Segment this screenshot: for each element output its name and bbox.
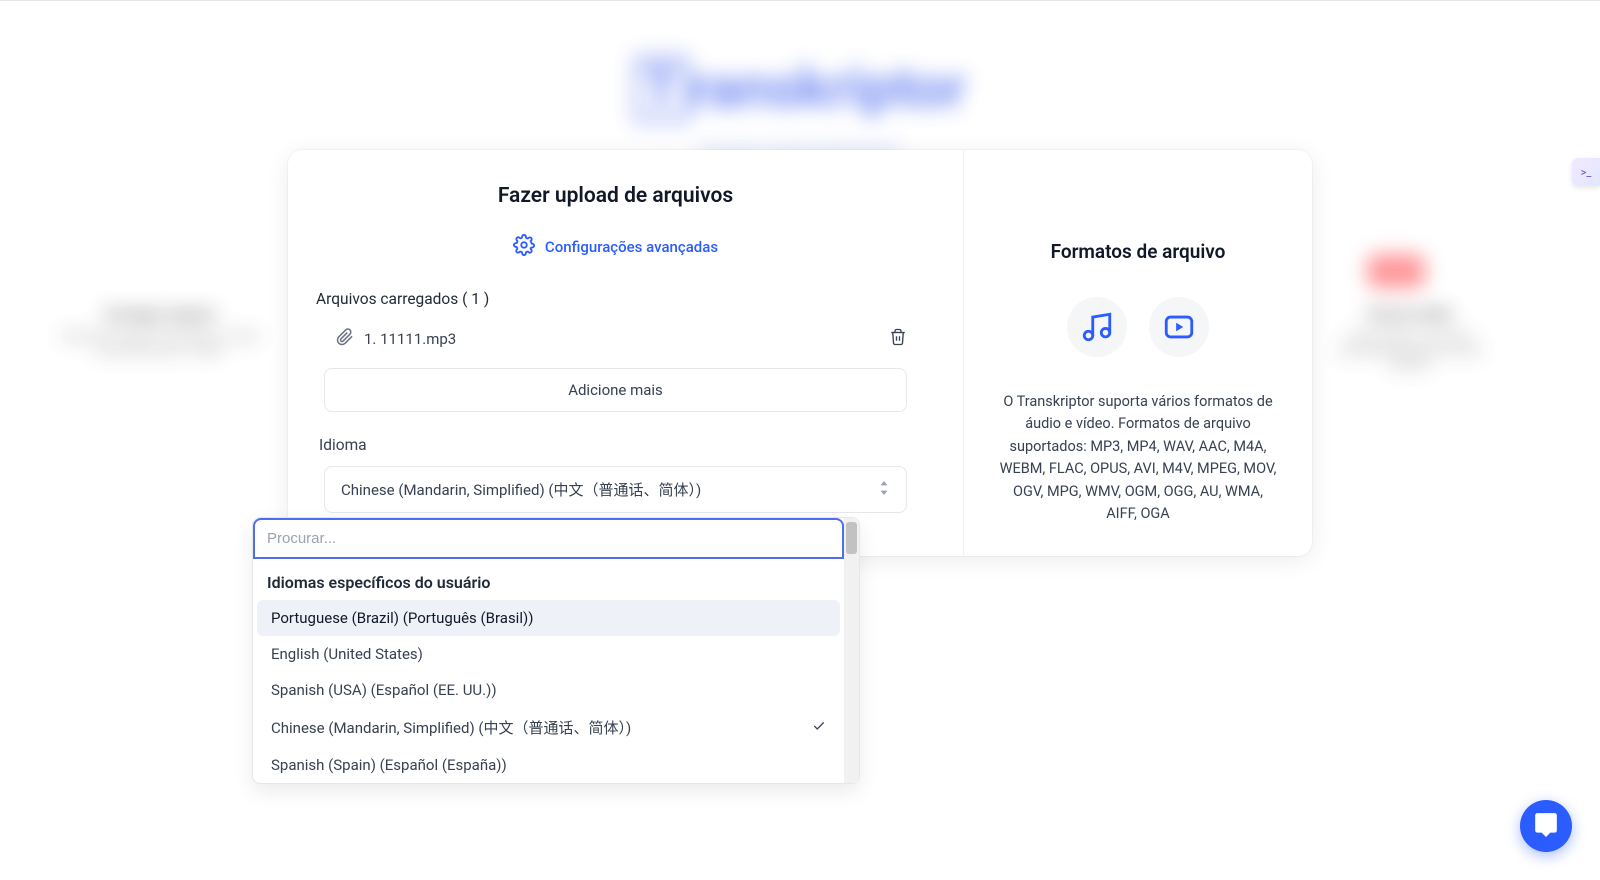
gear-icon bbox=[513, 234, 535, 260]
language-option-label: Spanish (Spain) (Español (España)) bbox=[271, 756, 507, 774]
language-option-label: Chinese (Mandarin, Simplified) (中文（普通话、简… bbox=[271, 717, 631, 738]
language-label: Idioma bbox=[319, 436, 915, 454]
modal-main-panel: Fazer upload de arquivos Configurações a… bbox=[288, 150, 964, 556]
file-name: 1. 11111.mp3 bbox=[364, 330, 456, 348]
language-option[interactable]: Portuguese (Brazil) (Português (Brasil)) bbox=[257, 600, 840, 636]
language-option-label: Portuguese (Brazil) (Português (Brasil)) bbox=[271, 609, 533, 627]
top-divider bbox=[0, 0, 1600, 1]
select-chevron-icon bbox=[878, 481, 890, 499]
video-format-icon bbox=[1149, 297, 1209, 357]
uploaded-files-label: Arquivos carregados ( 1 ) bbox=[316, 290, 915, 308]
delete-file-button[interactable] bbox=[889, 328, 907, 350]
audio-format-icon bbox=[1067, 297, 1127, 357]
dropdown-scrollbar[interactable] bbox=[844, 518, 859, 783]
dev-console-badge[interactable]: >_ bbox=[1572, 158, 1600, 186]
language-select[interactable]: Chinese (Mandarin, Simplified) (中文（普通话、简… bbox=[324, 466, 907, 513]
language-option[interactable]: Spanish (USA) (Español (EE. UU.)) bbox=[257, 672, 840, 708]
advanced-settings-label: Configurações avançadas bbox=[545, 238, 718, 256]
dropdown-scrollbar-thumb[interactable] bbox=[846, 522, 857, 554]
dropdown-section-title: Idiomas específicos do usuário bbox=[253, 559, 844, 600]
chat-fab-button[interactable] bbox=[1520, 800, 1572, 852]
modal-side-panel: Formatos de arquivo O Transkriptor supor… bbox=[964, 150, 1312, 556]
add-more-button[interactable]: Adicione mais bbox=[324, 368, 907, 412]
modal-title: Fazer upload de arquivos bbox=[316, 184, 915, 208]
chat-icon bbox=[1533, 811, 1559, 841]
language-select-value: Chinese (Mandarin, Simplified) (中文（普通话、简… bbox=[341, 479, 701, 500]
terminal-icon: >_ bbox=[1581, 166, 1592, 179]
language-search-input[interactable] bbox=[253, 518, 844, 559]
language-option[interactable]: Chinese (Mandarin, Simplified) (中文（普通话、简… bbox=[257, 708, 840, 747]
formats-description: O Transkriptor suporta vários formatos d… bbox=[996, 391, 1280, 526]
formats-title: Formatos de arquivo bbox=[996, 240, 1280, 263]
brand-logo: Transkriptor bbox=[634, 55, 966, 122]
language-option-label: Spanish (USA) (Español (EE. UU.)) bbox=[271, 681, 497, 699]
upload-modal: Fazer upload de arquivos Configurações a… bbox=[288, 150, 1312, 556]
format-icons-row bbox=[996, 297, 1280, 357]
language-option[interactable]: Spanish (Spain) (Español (España)) bbox=[257, 747, 840, 783]
file-row: 1. 11111.mp3 bbox=[316, 328, 915, 350]
language-option-label: English (United States) bbox=[271, 645, 423, 663]
check-icon bbox=[812, 719, 826, 737]
language-option[interactable]: English (United States) bbox=[257, 636, 840, 672]
advanced-settings-link[interactable]: Configurações avançadas bbox=[316, 234, 915, 260]
paperclip-icon bbox=[336, 328, 354, 350]
language-dropdown: Idiomas específicos do usuário Portugues… bbox=[252, 517, 860, 784]
